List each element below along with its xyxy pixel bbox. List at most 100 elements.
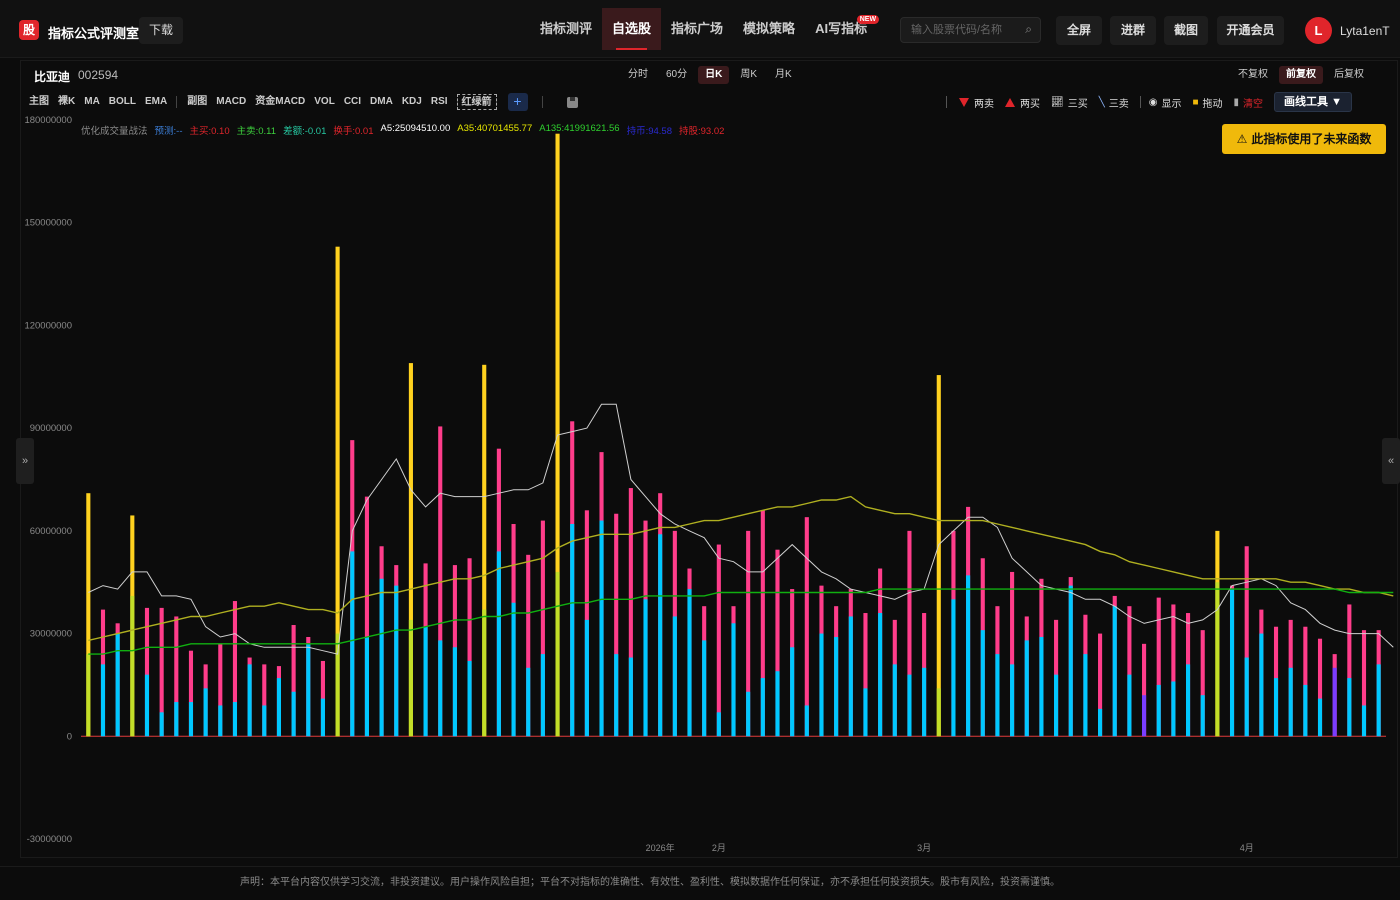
ind-vol[interactable]: VOL — [314, 94, 335, 110]
trash-icon: ▮ — [1233, 96, 1240, 108]
volume-bar-cyan — [570, 524, 575, 737]
ma-line-a35 — [88, 495, 1394, 642]
save-icon[interactable] — [566, 96, 578, 108]
download-button[interactable]: 下载 — [139, 17, 183, 44]
join-group-button[interactable]: 进群 — [1110, 16, 1156, 45]
main-nav: 指标测评 自选股 指标广场 模拟策略 AI写指标 NEW — [530, 8, 881, 50]
volume-bar-cyan — [306, 643, 311, 737]
lock-icon: ■ — [1192, 96, 1199, 108]
tab-daily[interactable]: 日K — [698, 66, 730, 84]
volume-bar-cyan — [658, 534, 663, 737]
username[interactable]: Lyta1enT — [1340, 24, 1390, 38]
chart-area[interactable]: 180000000 150000000 120000000 90000000 60000… — [21, 113, 1399, 853]
ind-main-chart[interactable]: 主图 — [29, 94, 49, 110]
ind-red-green-arrow[interactable]: 红绿箭 — [456, 94, 497, 110]
volume-bar-cyan — [1303, 684, 1308, 737]
volume-bar-cyan — [511, 602, 516, 737]
y-tick-label: 90000000 — [30, 423, 72, 434]
indicator-legend: 优化成交量战法 预测:-- 主买:0.10 主卖:0.11 差额:-0.01 换手:0.0… — [81, 123, 731, 137]
future-function-warning[interactable]: ⚠ 此指标使用了未来函数 — [1222, 124, 1386, 154]
drawing-tools-button[interactable]: 画线工具 ▼ — [1274, 92, 1352, 112]
volume-bar-yellow-inner — [130, 595, 135, 737]
volume-bar-cyan — [892, 664, 897, 737]
ind-fund-macd[interactable]: 资金MACD — [255, 94, 305, 110]
tab-no-adjust[interactable]: 不复权 — [1231, 66, 1275, 84]
show-tool[interactable]: ◉ 显示 — [1149, 93, 1182, 111]
tab-intraday[interactable]: 分时 — [621, 66, 655, 84]
drag-tool[interactable]: ■ 拖动 — [1192, 93, 1222, 111]
ind-sub-chart[interactable]: 副图 — [187, 94, 207, 110]
ind-rsi[interactable]: RSI — [431, 94, 448, 110]
nav-indicator-review[interactable]: 指标测评 — [530, 8, 602, 50]
volume-bar-cyan — [218, 705, 223, 737]
volume-bar-cyan — [1142, 695, 1147, 737]
line-chart-down-icon: ╲ — [1098, 96, 1105, 108]
expand-right-toggle[interactable]: « — [1382, 438, 1400, 484]
ind-bare-k[interactable]: 裸K — [58, 94, 75, 110]
nav-watchlist[interactable]: 自选股 — [602, 8, 662, 50]
volume-bar-cyan — [364, 636, 369, 737]
tab-60min[interactable]: 60分 — [659, 66, 694, 84]
divider — [541, 96, 543, 108]
y-tick-label: 150000000 — [24, 218, 72, 229]
volume-bar-yellow-inner — [335, 633, 340, 737]
sell-three-tool[interactable]: ╲ 三卖 — [1099, 93, 1129, 111]
y-tick-label: -30000000 — [27, 834, 72, 845]
divider — [946, 96, 947, 108]
legend-item: 持股:93.02 — [679, 126, 725, 137]
search-input[interactable] — [901, 18, 1016, 42]
ind-ema[interactable]: EMA — [145, 94, 167, 110]
tab-monthly[interactable]: 月K — [768, 66, 799, 84]
volume-bar-cyan — [100, 664, 106, 737]
volume-bar-cyan — [144, 674, 150, 737]
fullscreen-button[interactable]: 全屏 — [1056, 16, 1102, 45]
draw-tools: 两卖 两买 📈︎ 三买 ╲ 三卖 ◉ 显示 ■ 拖动 ▮ 清空 画线工具 ▼ — [946, 92, 1352, 112]
volume-bar-cyan — [1332, 667, 1337, 737]
volume-bar-cyan — [203, 688, 208, 737]
volume-bar-cyan — [1068, 585, 1073, 737]
ind-boll[interactable]: BOLL — [109, 94, 136, 110]
nav-indicator-square[interactable]: 指标广场 — [661, 8, 733, 50]
ind-kdj[interactable]: KDJ — [402, 94, 422, 110]
add-indicator-button[interactable]: + — [507, 93, 528, 111]
volume-bar-cyan — [672, 616, 677, 737]
nav-ai-indicator[interactable]: AI写指标 NEW — [805, 8, 881, 50]
tool-label: 拖动 — [1202, 98, 1223, 110]
volume-bar-cyan — [159, 712, 164, 737]
disclaimer: 声明：本平台内容仅供学习交流，非投资建议。用户操作风险自担；平台不对指标的准确性… — [0, 866, 1400, 900]
volume-bar-cyan — [804, 705, 809, 737]
volume-bar-cyan — [848, 616, 853, 737]
screenshot-button[interactable]: 截图 — [1164, 16, 1208, 45]
ind-ma[interactable]: MA — [84, 94, 100, 110]
nav-simulated-strategy[interactable]: 模拟策略 — [733, 8, 805, 50]
volume-bar-cyan — [775, 671, 780, 737]
ind-macd[interactable]: MACD — [216, 94, 246, 110]
volume-bar-pink — [804, 517, 809, 737]
search-icon[interactable]: ⌕ — [1025, 22, 1032, 37]
ind-dma[interactable]: DMA — [370, 94, 393, 110]
volume-bar-cyan — [599, 520, 604, 737]
expand-left-toggle[interactable]: » — [16, 438, 34, 484]
volume-bar-cyan — [643, 599, 648, 737]
clear-tool[interactable]: ▮ 清空 — [1234, 93, 1264, 111]
ind-cci[interactable]: CCI — [344, 94, 361, 110]
volume-bar-cyan — [1024, 640, 1029, 737]
stock-header: 比亚迪 002594 分时 60分 日K 周K 月K 不复权 前复权 后复权 — [21, 61, 1397, 89]
tab-weekly[interactable]: 周K — [733, 66, 764, 84]
volume-chart[interactable]: 180000000 150000000 120000000 90000000 60000… — [21, 113, 1399, 853]
legend-item: 主卖:0.11 — [236, 126, 277, 137]
volume-bar-cyan — [966, 575, 971, 737]
buy-three-tool[interactable]: 📈︎ 三买 — [1051, 93, 1088, 111]
avatar[interactable]: L — [1305, 17, 1332, 44]
tab-forward-adjust[interactable]: 前复权 — [1279, 66, 1323, 84]
y-tick-label: 0 — [67, 731, 72, 742]
volume-bar-cyan — [320, 698, 325, 737]
legend-item: 预测:-- — [154, 126, 183, 137]
vip-button[interactable]: 开通会员 — [1217, 16, 1284, 45]
tab-backward-adjust[interactable]: 后复权 — [1327, 66, 1371, 84]
volume-bar-cyan — [584, 619, 589, 737]
buy-two-tool[interactable]: 两买 — [1005, 93, 1040, 111]
sell-two-tool[interactable]: 两卖 — [959, 93, 994, 111]
nav-label: 指标测评 — [540, 21, 593, 36]
legend-item: 优化成交量战法 — [81, 126, 148, 137]
